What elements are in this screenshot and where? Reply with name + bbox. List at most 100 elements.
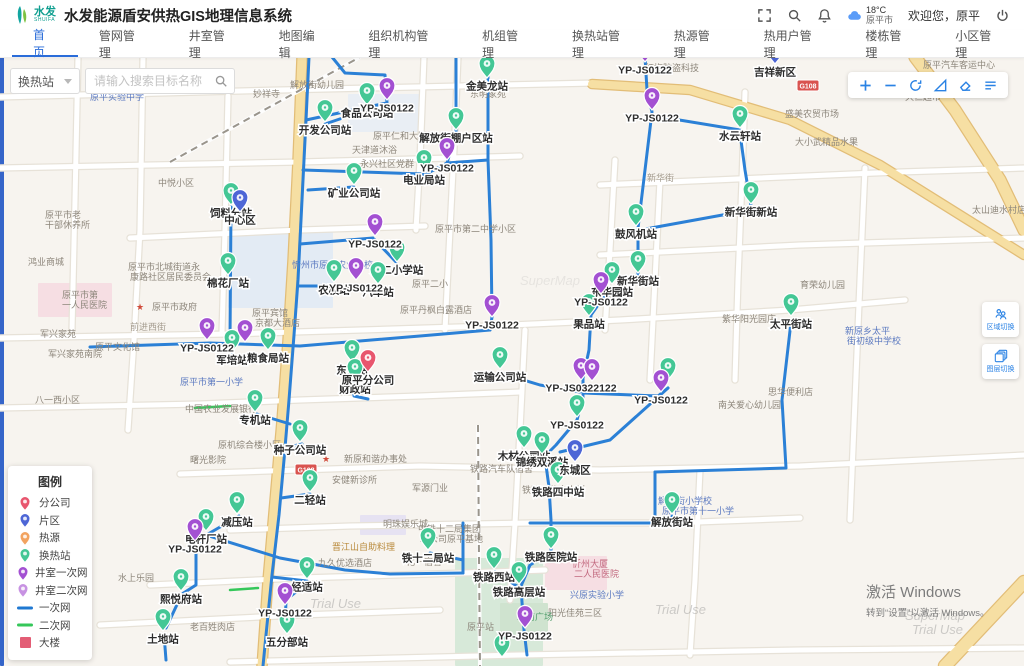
map-poi-label: 原平市第	[62, 289, 98, 300]
map-history-button[interactable]	[905, 75, 926, 96]
map-zoom-in-button[interactable]	[855, 75, 876, 96]
tab-3[interactable]: 地图编辑	[258, 30, 348, 57]
pin-label: YP-JS0122	[618, 65, 672, 77]
pin-label: 解放街棚户区站	[418, 132, 493, 145]
tab-5[interactable]: 机组管理	[461, 30, 551, 57]
map-poi-label: 曙光影院	[190, 454, 226, 465]
pin-label: 粮食局站	[247, 352, 289, 365]
map-container[interactable]: G108G108SuperMapTrial UseTrial UseSuperM…	[0, 57, 1024, 666]
legend-item: 井室一次网	[17, 564, 83, 582]
page-title: 水发能源盾安供热GIS地理信息系统	[64, 5, 292, 26]
map-poi-label: 中国农业发展银行	[185, 403, 257, 414]
welcome-text: 欢迎您，原平	[908, 7, 980, 24]
pin-label: 开发公司站	[299, 124, 352, 137]
pin-label: YP-JS0122	[574, 297, 628, 309]
map-poi-label: 原平二小	[412, 279, 448, 289]
pin-label: 棉花厂站	[207, 277, 249, 290]
pin-label: 水云轩站	[718, 130, 761, 143]
weather-widget: 18°C 原平市	[847, 5, 893, 26]
activation-line1: 激活 Windows	[866, 581, 990, 602]
map-poi-label: 一人民医院	[62, 299, 107, 310]
map-trial-watermark: Trial Use	[655, 602, 706, 617]
map-measure-button[interactable]	[930, 75, 951, 96]
map-poi-label: 紫华阳光园店	[722, 313, 776, 324]
map-poi-label: 原平市第二中学小区	[435, 223, 516, 234]
pin-label: 中心区	[224, 214, 256, 227]
pin-label: YP-JS0122	[465, 320, 519, 332]
search-icon[interactable]	[214, 74, 228, 88]
fullscreen-icon[interactable]	[757, 8, 772, 23]
app-window: 水发 SHUIFA 水发能源盾安供热GIS地理信息系统 18°C 原平市 欢迎您…	[0, 0, 1024, 666]
search-input[interactable]	[85, 68, 235, 94]
map-poi-label: 前进西街	[130, 321, 166, 332]
map-poi-label: 原平市老	[45, 209, 81, 220]
map-poi-label: 永兴社区党群	[360, 158, 414, 169]
map-poi-label: 新华街	[647, 172, 674, 183]
logout-icon[interactable]	[995, 8, 1010, 23]
pin-label: YP-JS0122	[498, 631, 552, 643]
legend-pin-icon	[17, 565, 29, 581]
map-poi-label: 中悦小区	[158, 177, 194, 188]
pin-label: 太平街站	[769, 318, 812, 331]
pin-label: YP-JS0122	[420, 163, 474, 175]
map-zoom-out-button[interactable]	[880, 75, 901, 96]
map-poi-label: 干部休养所	[45, 219, 90, 230]
map-canvas[interactable]: G108G108SuperMapTrial UseTrial UseSuperM…	[0, 57, 1024, 666]
map-poi-label: 九久优选酒店	[318, 557, 372, 568]
pin-label: YP-JS0322122	[545, 383, 616, 395]
map-poi-label: 原平市北城街道永	[128, 261, 200, 272]
logo-icon	[14, 5, 30, 25]
pin-label: 土地站	[147, 633, 179, 646]
tab-6[interactable]: 换热站管理	[551, 30, 653, 57]
tab-2[interactable]: 井室管理	[168, 30, 258, 57]
svg-text:G108: G108	[799, 84, 816, 91]
pin-label: YP-JS0122	[168, 544, 222, 556]
tab-10[interactable]: 小区管理	[934, 30, 1024, 57]
tab-7[interactable]: 热源管理	[653, 30, 743, 57]
pin-label: 铁路四中站	[532, 486, 585, 499]
pin-label: YP-JS0122	[360, 103, 414, 115]
legend-pin-icon	[17, 512, 33, 528]
map-poi-label: 军兴家苑南院	[48, 348, 102, 359]
pin-label: 二轻站	[294, 494, 326, 507]
map-poi-label: 新原乡太平	[845, 325, 890, 336]
pin-label: 铁路西站	[473, 571, 515, 584]
tab-0[interactable]: 首页	[12, 30, 78, 57]
map-poi-label: 康路社区居民委员会	[130, 271, 211, 282]
layers-switch-button[interactable]: 图层切换	[982, 344, 1019, 379]
station-type-select[interactable]: 换热站	[10, 68, 80, 94]
app-header: 水发 SHUIFA 水发能源盾安供热GIS地理信息系统 18°C 原平市 欢迎您…	[0, 0, 1024, 30]
bell-icon[interactable]	[817, 8, 832, 23]
map-poi-label: 军兴家苑	[40, 328, 76, 339]
tab-9[interactable]: 楼栋管理	[844, 30, 934, 57]
pin-label: 种子公司站	[273, 444, 327, 457]
app-logo: 水发 SHUIFA	[14, 5, 56, 25]
pin-label: 军培站	[216, 354, 248, 367]
tab-8[interactable]: 热用户管理	[743, 30, 845, 57]
pin-label: 原平分公司	[342, 374, 395, 387]
search-icon[interactable]	[787, 8, 802, 23]
map-poi-label: 天津道沐浴	[352, 144, 397, 155]
map-poi-label: 原平汽车客运中心	[923, 59, 995, 70]
pin-label: 熙悦府站	[160, 593, 202, 606]
map-poi-label: 解放街幼儿园	[290, 79, 344, 90]
pin-label: 果品站	[572, 318, 605, 331]
map-layer-list-button[interactable]	[980, 75, 1001, 96]
pin-label: 五分部站	[266, 636, 308, 649]
map-poi-label: 安健新诊所	[332, 474, 377, 485]
legend-item: 分公司	[17, 494, 83, 512]
tab-1[interactable]: 管网管理	[78, 30, 168, 57]
map-toolbar	[848, 72, 1008, 98]
legend-item: 井室二次网	[17, 582, 83, 600]
logo-subtext: SHUIFA	[34, 18, 56, 23]
pin-label: 吉祥新区	[754, 66, 796, 79]
region-switch-button[interactable]: 区域切换	[982, 302, 1019, 337]
map-search-bar: 换热站	[10, 68, 235, 94]
pin-label: 新华街新站	[725, 206, 778, 219]
map-eraser-button[interactable]	[955, 75, 976, 96]
tab-4[interactable]: 组织机构管理	[347, 30, 461, 57]
map-side-buttons: 区域切换图层切换	[982, 302, 1019, 379]
map-poi-label: ★	[136, 302, 144, 312]
legend-pin-icon	[17, 530, 33, 546]
map-poi-label: 盛美农贸市场	[785, 108, 839, 119]
